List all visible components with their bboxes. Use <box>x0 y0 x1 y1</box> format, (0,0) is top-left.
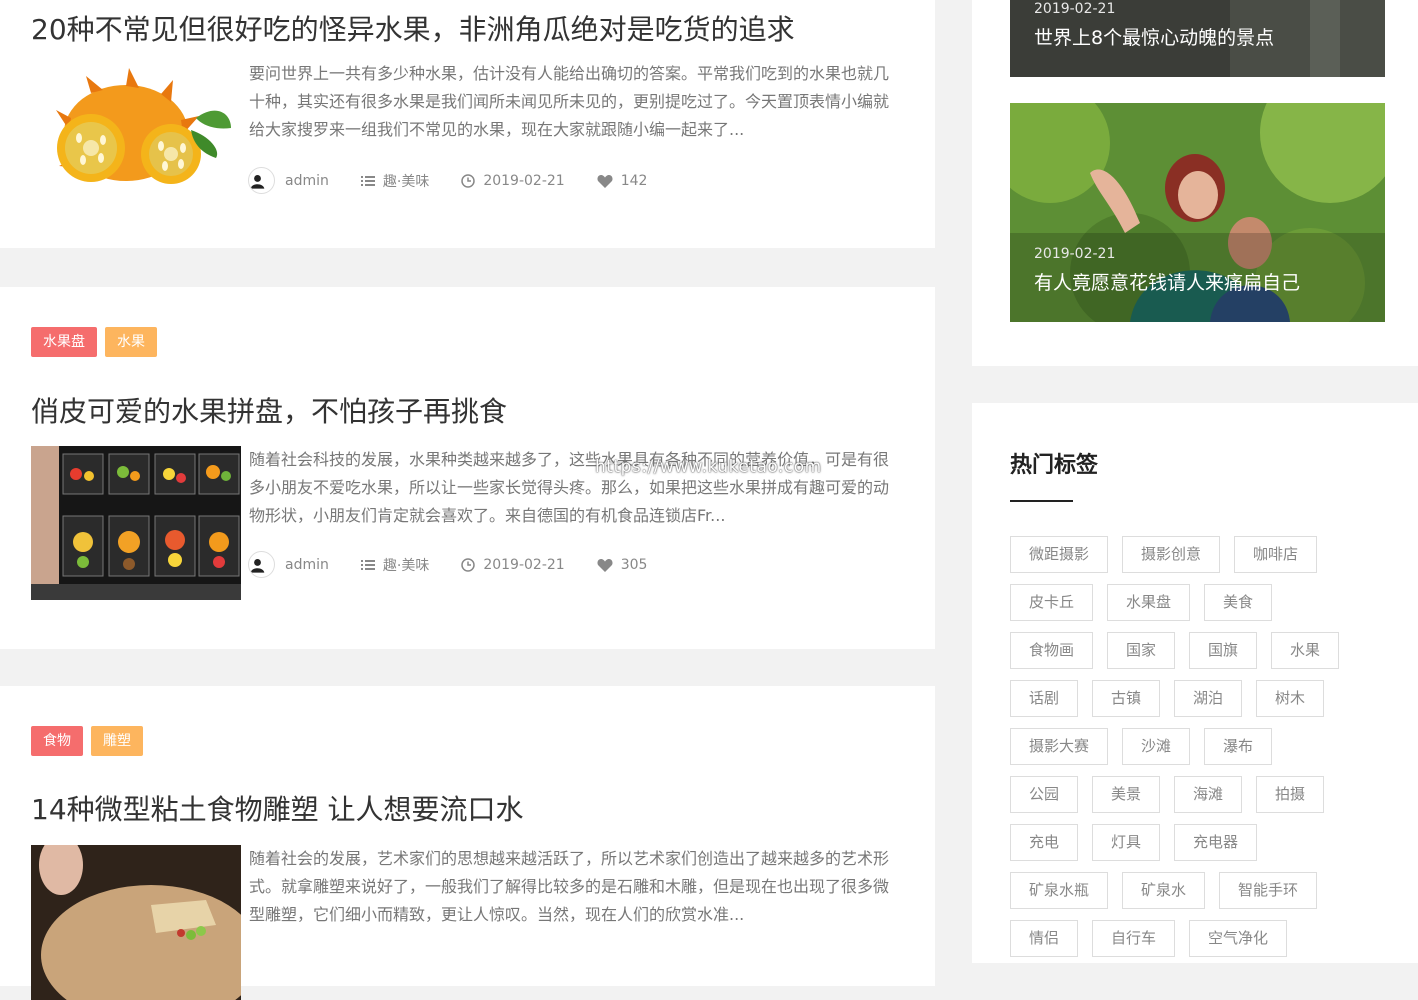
post-title[interactable]: 20种不常见但很好吃的怪异水果，非洲角瓜绝对是吃货的追求 <box>31 8 795 48</box>
category-label: 趣·美味 <box>382 173 430 190</box>
likes-count: 142 <box>620 172 648 189</box>
avatar <box>248 551 275 578</box>
tag-link[interactable]: 湖泊 <box>1174 680 1243 717</box>
featured-date: 2019-02-21 <box>1034 1 1116 17</box>
clock-icon <box>461 557 476 572</box>
tag-link[interactable]: 充电 <box>1010 824 1079 861</box>
list-icon <box>360 175 375 186</box>
post-tags: 食物 雕塑 <box>31 726 143 756</box>
hot-tags-heading: 热门标签 <box>1010 453 1099 478</box>
heading-underline <box>1010 500 1073 502</box>
watermark-text: https://www.kuketao.com <box>595 457 822 477</box>
post-likes[interactable]: 305 <box>597 556 648 573</box>
featured-post[interactable]: 2019-02-21 世界上8个最惊心动魄的景点 <box>1010 0 1385 77</box>
category-label: 趣·美味 <box>382 557 430 574</box>
author-name: admin <box>285 556 329 573</box>
post-thumbnail[interactable] <box>31 58 241 213</box>
tag-cloud: 微距摄影 摄影创意 咖啡店 皮卡丘 水果盘 美食 食物画 国家 国旗 水果 话剧… <box>1010 536 1380 968</box>
tag-link[interactable]: 摄影创意 <box>1122 536 1221 573</box>
tag-link[interactable]: 国家 <box>1107 632 1176 669</box>
post-date: 2019-02-21 <box>461 556 565 573</box>
post-category[interactable]: 趣·美味 <box>360 171 430 191</box>
tag-link[interactable]: 皮卡丘 <box>1010 584 1094 621</box>
author-name: admin <box>285 172 329 189</box>
post-author[interactable]: admin <box>248 167 329 194</box>
likes-count: 305 <box>620 556 648 573</box>
post-tag[interactable]: 水果盘 <box>31 327 97 357</box>
tag-link[interactable]: 矿泉水 <box>1122 872 1206 909</box>
post-meta: admin 趣·美味 2019-02-21 142 <box>248 167 679 194</box>
tag-link[interactable]: 国旗 <box>1189 632 1258 669</box>
post-thumbnail[interactable] <box>31 446 241 600</box>
tag-link[interactable]: 摄影大赛 <box>1010 728 1109 765</box>
tag-link[interactable]: 公园 <box>1010 776 1079 813</box>
tag-link[interactable]: 食物画 <box>1010 632 1094 669</box>
avatar <box>248 167 275 194</box>
post-tag[interactable]: 水果 <box>105 327 157 357</box>
tag-link[interactable]: 水果盘 <box>1107 584 1191 621</box>
date-label: 2019-02-21 <box>483 172 565 189</box>
list-icon <box>360 559 375 570</box>
tag-link[interactable]: 拍摄 <box>1256 776 1325 813</box>
post-category[interactable]: 趣·美味 <box>360 555 430 575</box>
tag-link[interactable]: 美食 <box>1204 584 1273 621</box>
post-tags: 水果盘 水果 <box>31 327 157 357</box>
tag-link[interactable]: 美景 <box>1092 776 1161 813</box>
post-title[interactable]: 14种微型粘土食物雕塑 让人想要流口水 <box>31 788 524 828</box>
tag-link[interactable]: 微距摄影 <box>1010 536 1109 573</box>
tag-link[interactable]: 树木 <box>1256 680 1325 717</box>
tag-link[interactable]: 话剧 <box>1010 680 1079 717</box>
featured-date: 2019-02-21 <box>1034 246 1116 262</box>
tag-link[interactable]: 水果 <box>1271 632 1340 669</box>
post-likes[interactable]: 142 <box>597 172 648 189</box>
tag-link[interactable]: 海滩 <box>1174 776 1243 813</box>
tag-link[interactable]: 沙滩 <box>1122 728 1191 765</box>
heart-icon <box>597 558 613 572</box>
tag-link[interactable]: 瀑布 <box>1204 728 1273 765</box>
heart-icon <box>597 174 613 188</box>
date-label: 2019-02-21 <box>483 556 565 573</box>
tag-link[interactable]: 古镇 <box>1092 680 1161 717</box>
post-author[interactable]: admin <box>248 551 329 578</box>
post-excerpt: 随着社会的发展，艺术家们的思想越来越活跃了，所以艺术家们创造出了越来越多的艺术形… <box>249 849 890 924</box>
post-tag[interactable]: 雕塑 <box>91 726 143 756</box>
post-thumbnail[interactable] <box>31 845 241 1000</box>
post-card: 20种不常见但很好吃的怪异水果，非洲角瓜绝对是吃货的追求 要问世界上一共有多少种… <box>0 0 935 248</box>
clock-icon <box>461 173 476 188</box>
post-meta: admin 趣·美味 2019-02-21 305 <box>248 551 679 578</box>
tag-link[interactable]: 充电器 <box>1174 824 1258 861</box>
post-date: 2019-02-21 <box>461 172 565 189</box>
featured-title[interactable]: 有人竟愿意花钱请人来痛扁自己 <box>1034 268 1300 295</box>
tag-link[interactable]: 矿泉水瓶 <box>1010 872 1109 909</box>
post-excerpt: 要问世界上一共有多少种水果，估计没有人能给出确切的答案。平常我们吃到的水果也就几… <box>249 64 890 139</box>
tag-link[interactable]: 咖啡店 <box>1234 536 1318 573</box>
post-card: 食物 雕塑 14种微型粘土食物雕塑 让人想要流口水 随着社会的发展，艺术家们的思… <box>0 686 935 1000</box>
featured-post[interactable]: 2019-02-21 有人竟愿意花钱请人来痛扁自己 <box>1010 103 1385 322</box>
tag-link[interactable]: 灯具 <box>1092 824 1161 861</box>
post-title[interactable]: 俏皮可爱的水果拼盘，不怕孩子再挑食 <box>31 390 507 430</box>
tag-link[interactable]: 智能手环 <box>1219 872 1318 909</box>
post-tag[interactable]: 食物 <box>31 726 83 756</box>
featured-title[interactable]: 世界上8个最惊心动魄的景点 <box>1034 23 1274 50</box>
